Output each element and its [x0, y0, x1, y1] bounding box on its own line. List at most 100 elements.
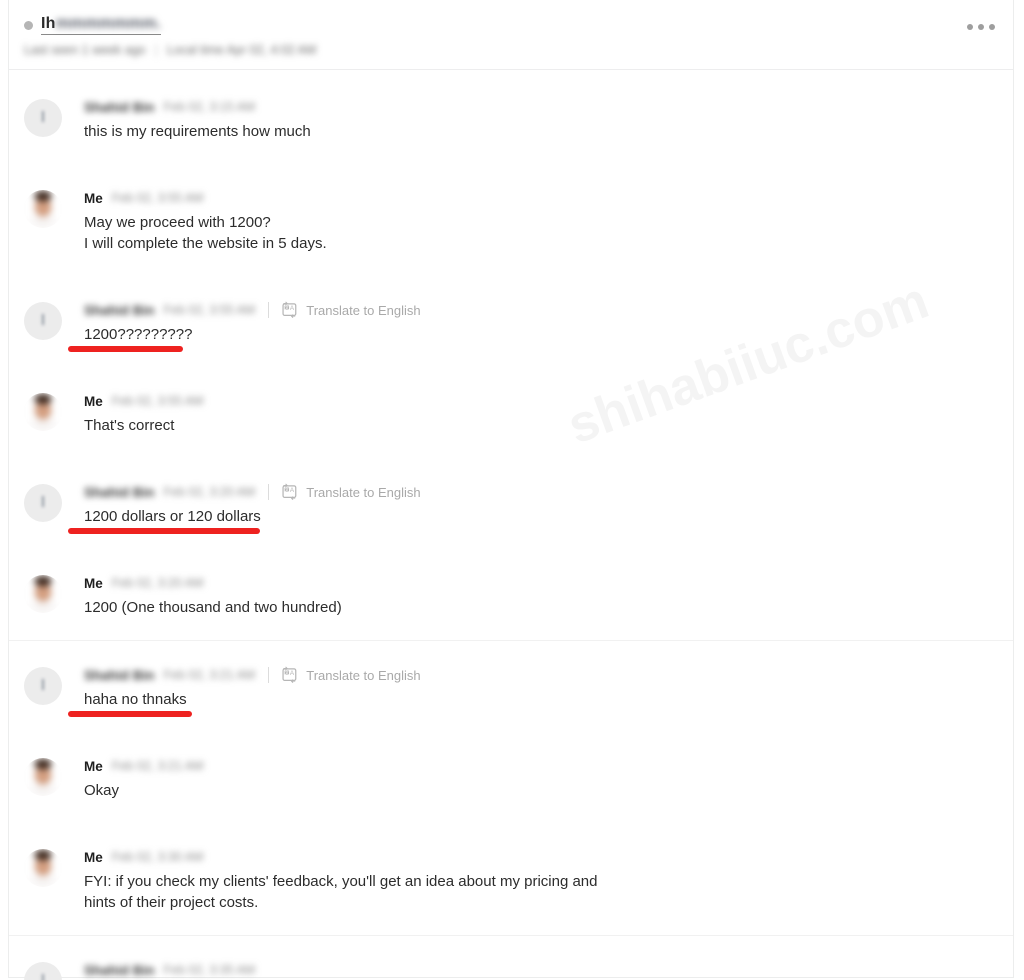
message-body: Shahid Bin Feb 02, 3:55 AM 文 A Translate to … [62, 300, 1013, 345]
more-options-icon[interactable] [963, 20, 999, 34]
translate-label: Translate to English [306, 484, 421, 500]
translate-label: Translate to English [306, 667, 421, 683]
message-meta: Shahid Bin Feb 02, 3:55 AM 文 A Translate to … [84, 301, 1013, 319]
message-meta: Me Feb 02, 3:21 AM [84, 757, 1013, 775]
message-text: 1200????????? [84, 326, 193, 343]
message-sender: Me [84, 575, 103, 591]
message-text: 1200 (One thousand and two hundred) [84, 599, 342, 616]
message-text: FYI: if you check my clients' feedback, … [84, 873, 598, 911]
avatar[interactable] [24, 575, 62, 613]
avatar[interactable] [24, 393, 62, 431]
svg-text:文: 文 [285, 305, 289, 310]
message-body: Me Feb 02, 3:55 AM May we proceed with 120… [62, 188, 1013, 254]
message-thread[interactable]: I Shahid Bin Feb 02, 3:15 AM this is my req… [9, 71, 1013, 980]
message-text: haha no thnaks [84, 691, 187, 708]
svg-text:文: 文 [285, 487, 289, 492]
message-body: Me Feb 02, 3:20 AM 1200 (One thousand and … [62, 573, 1013, 618]
message-text: this is my requirements how much [84, 123, 311, 140]
avatar-initial: I [40, 494, 46, 511]
message-row[interactable]: Me Feb 02, 3:21 AM Okay [9, 732, 1013, 823]
dot-1 [967, 24, 973, 30]
translate-label: Translate to English [306, 302, 421, 318]
header-subline: Last seen 1 week ago | Local time Apr 02, … [24, 43, 316, 57]
avatar-photo [24, 758, 62, 796]
message-row[interactable]: I Shahid Bin Feb 02, 3:20 AM 文 A Translate to… [9, 458, 1013, 549]
message-row[interactable]: I Shahid Bin Feb 02, 3:21 AM 文 A Translate to… [9, 640, 1013, 732]
avatar[interactable]: I [24, 302, 62, 340]
message-sender: Shahid Bin [84, 302, 155, 318]
message-timestamp: Feb 02, 3:20 AM [163, 485, 256, 499]
message-meta: Shahid Bin Feb 02, 3:15 AM [84, 98, 1013, 116]
message-sender: Shahid Bin [84, 962, 155, 978]
conversation-header: Ihmmmmmmm. Last seen 1 week ago | Local ti… [9, 0, 1013, 70]
message-sender: Shahid Bin [84, 484, 155, 500]
avatar-photo [24, 849, 62, 887]
avatar-photo [24, 575, 62, 613]
avatar-photo [24, 393, 62, 431]
translate-icon: 文A [282, 301, 297, 318]
message-meta: Me Feb 02, 3:20 AM [84, 574, 1013, 592]
avatar-photo [24, 190, 62, 228]
avatar[interactable] [24, 190, 62, 228]
message-timestamp: Feb 02, 3:15 AM [163, 100, 256, 114]
avatar[interactable]: I [24, 667, 62, 705]
meta-divider [268, 302, 270, 318]
dot-2 [978, 24, 984, 30]
meta-divider [268, 484, 270, 500]
message-sender: Me [84, 190, 103, 206]
message-row[interactable]: IShahid BinFeb 02, 3:35 AMTo expensive p… [9, 935, 1013, 980]
message-body: Me Feb 02, 3:21 AM Okay [62, 756, 1013, 801]
avatar[interactable] [24, 849, 62, 887]
message-text: 1200 dollars or 120 dollars [84, 508, 261, 525]
message-text: That's correct [84, 417, 175, 434]
message-row[interactable]: I Shahid Bin Feb 02, 3:55 AM 文 A Translate to… [9, 276, 1013, 367]
peer-name-visible: Ih [41, 15, 56, 32]
translate-to-english-button[interactable]: 文 A Translate to English [280, 301, 421, 319]
message-row[interactable]: I Shahid Bin Feb 02, 3:15 AM this is my req… [9, 71, 1013, 164]
peer-name-link[interactable]: Ihmmmmmmm. [41, 15, 162, 35]
avatar-initial: I [40, 312, 46, 329]
message-timestamp: Feb 02, 3:20 AM [111, 576, 204, 590]
header-identity: Ihmmmmmmm. Last seen 1 week ago | Local ti… [24, 14, 316, 57]
message-body: Shahid BinFeb 02, 3:35 AMTo expensive pa… [62, 960, 1013, 980]
translate-icon: 文A [282, 483, 297, 500]
avatar[interactable]: I [24, 484, 62, 522]
message-timestamp: Feb 02, 3:21 AM [163, 668, 256, 682]
message-timestamp: Feb 02, 3:35 AM [163, 963, 256, 977]
message-timestamp: Feb 02, 3:30 AM [111, 850, 204, 864]
message-body: Me Feb 02, 3:30 AM FYI: if you check my cl… [62, 847, 1013, 913]
message-body: Shahid Bin Feb 02, 3:20 AM 文 A Translate to … [62, 482, 1013, 527]
last-seen-text: Last seen 1 week ago [24, 43, 146, 57]
presence-status-dot [24, 20, 33, 30]
avatar[interactable] [24, 758, 62, 796]
chat-window: shihabiiuc.com Ihmmmmmmm. Last seen 1 we… [0, 0, 1024, 980]
message-meta: Shahid Bin Feb 02, 3:20 AM 文 A Translate to … [84, 483, 1013, 501]
message-meta: Me Feb 02, 3:55 AM [84, 189, 1013, 207]
message-text: Okay [84, 782, 120, 799]
avatar[interactable]: I [24, 99, 62, 137]
message-timestamp: Feb 02, 3:21 AM [111, 759, 204, 773]
message-body: Shahid Bin Feb 02, 3:15 AM this is my requ… [62, 97, 1013, 142]
avatar-initial: I [40, 109, 46, 126]
message-body: Shahid Bin Feb 02, 3:21 AM 文 A Translate to … [62, 665, 1013, 710]
message-body: Me Feb 02, 3:55 AM That's correct [62, 391, 1013, 436]
message-meta: Me Feb 02, 3:55 AM [84, 392, 1013, 410]
message-row[interactable]: Me Feb 02, 3:30 AM FYI: if you check my cl… [9, 823, 1013, 935]
peer-title-row: Ihmmmmmmm. [24, 14, 316, 36]
message-row[interactable]: Me Feb 02, 3:55 AM May we proceed with 120… [9, 164, 1013, 276]
svg-text:A: A [290, 487, 295, 494]
message-sender: Shahid Bin [84, 99, 155, 115]
message-row[interactable]: Me Feb 02, 3:20 AM 1200 (One thousand and … [9, 549, 1013, 640]
translate-to-english-button[interactable]: 文 A Translate to English [280, 666, 421, 684]
message-meta: Me Feb 02, 3:30 AM [84, 848, 1013, 866]
avatar-initial: I [24, 972, 62, 980]
svg-text:A: A [290, 670, 295, 677]
meta-divider [268, 667, 270, 683]
translate-to-english-button[interactable]: 文 A Translate to English [280, 483, 421, 501]
avatar[interactable]: I [24, 962, 62, 980]
message-row[interactable]: Me Feb 02, 3:55 AM That's correct [9, 367, 1013, 458]
message-text: May we proceed with 1200? I will complet… [84, 214, 327, 252]
dot-3 [989, 24, 995, 30]
message-sender: Me [84, 758, 103, 774]
svg-text:文: 文 [285, 670, 289, 675]
